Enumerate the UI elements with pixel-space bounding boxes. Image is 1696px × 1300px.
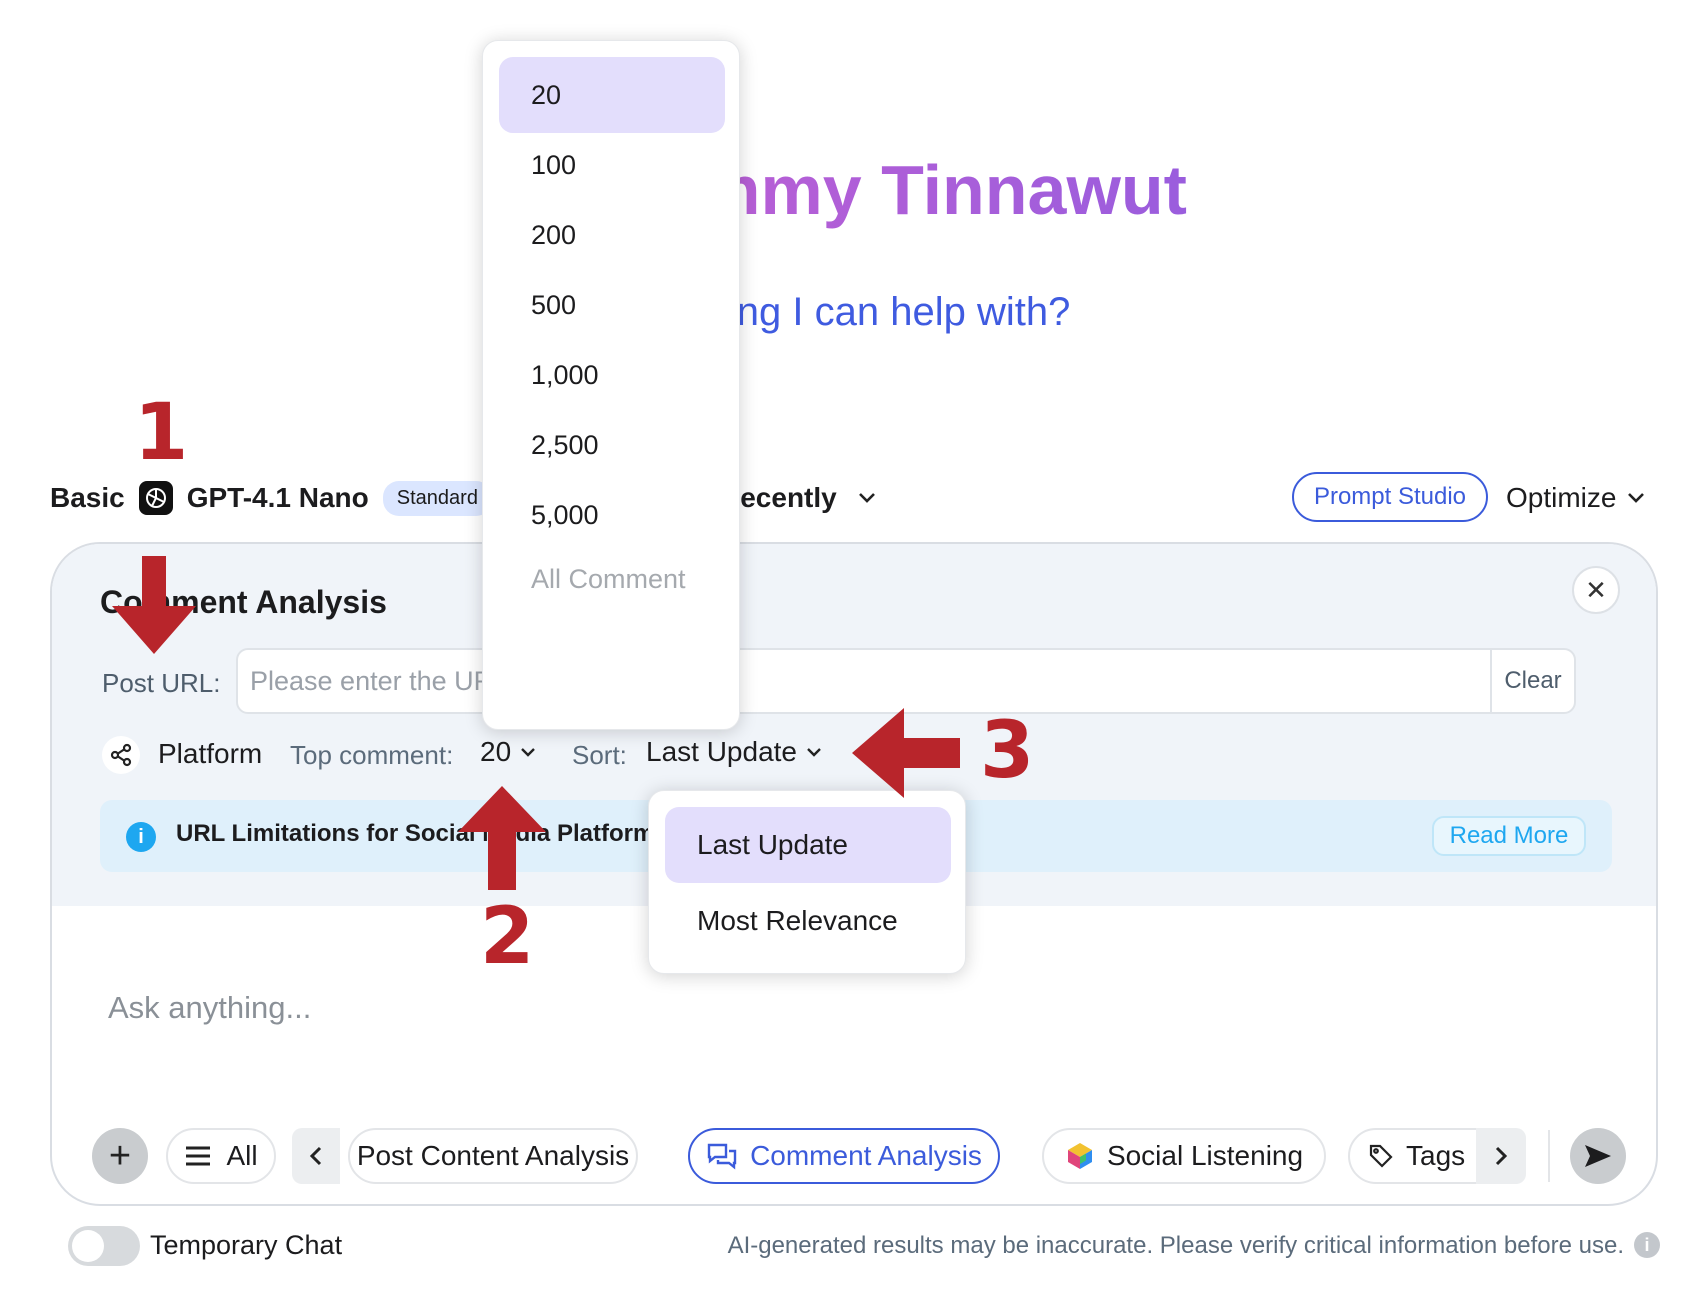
temporary-chat-toggle[interactable] (68, 1226, 140, 1266)
option-5000[interactable]: 5,000 (499, 477, 725, 553)
plus-icon: + (108, 1134, 132, 1177)
model-selector[interactable]: Basic GPT-4.1 Nano Standard (50, 476, 492, 520)
model-tier: Basic (50, 482, 125, 513)
info-icon[interactable]: i (1634, 1232, 1660, 1258)
post-url-label: Post URL: (102, 668, 221, 698)
chip-comment-analysis[interactable]: Comment Analysis (688, 1128, 1000, 1184)
menu-icon (186, 1146, 211, 1166)
top-comment-value: 20 (480, 736, 512, 767)
greeting-subtitle: Anything I can help with? (625, 290, 1071, 334)
tag-icon (1369, 1144, 1393, 1168)
chip-social-listening[interactable]: Social Listening (1042, 1128, 1326, 1184)
info-icon: i (126, 822, 156, 852)
optimize-dropdown[interactable]: Optimize (1506, 476, 1646, 520)
option-1000[interactable]: 1,000 (499, 337, 725, 413)
sort-dropdown[interactable]: Last Update (646, 736, 823, 768)
option-20[interactable]: 20 (499, 57, 725, 133)
sort-label: Sort: (572, 740, 627, 770)
send-button[interactable] (1570, 1128, 1626, 1184)
toolbar-divider (1548, 1130, 1550, 1182)
recent-selector[interactable]: Recently (720, 476, 877, 520)
platform-selector[interactable]: Platform (158, 738, 262, 770)
top-comment-options-menu: 20 100 200 500 1,000 2,500 5,000 All Com… (482, 40, 740, 730)
top-comment-label: Top comment: (290, 740, 454, 770)
sort-value: Last Update (646, 736, 797, 767)
temporary-chat-label: Temporary Chat (150, 1230, 343, 1260)
chip-label: Tags (1406, 1140, 1466, 1171)
send-icon (1585, 1145, 1611, 1167)
clear-button[interactable]: Clear (1490, 650, 1574, 712)
close-icon: ✕ (1585, 574, 1607, 605)
model-badge: Standard (382, 480, 492, 516)
ai-disclaimer: AI-generated results may be inaccurate. … (727, 1232, 1624, 1259)
chevron-left-icon (309, 1146, 322, 1166)
annotation-number-1: 1 (134, 388, 189, 478)
optimize-label: Optimize (1506, 482, 1617, 513)
scroll-left-button[interactable] (292, 1128, 340, 1184)
chip-post-content-analysis[interactable]: Post Content Analysis (348, 1128, 638, 1184)
chevron-down-icon (521, 748, 536, 757)
annotation-arrow-up (458, 786, 546, 890)
option-all-comment: All Comment (531, 564, 686, 594)
add-attachment-button[interactable]: + (92, 1128, 148, 1184)
chevron-right-icon (1495, 1146, 1508, 1166)
chevron-down-icon (858, 493, 875, 503)
cube-icon (1067, 1143, 1092, 1169)
annotation-arrow-left (852, 708, 960, 798)
close-panel-button[interactable]: ✕ (1572, 566, 1620, 614)
openai-logo-icon (138, 481, 173, 515)
option-2500[interactable]: 2,500 (499, 407, 725, 483)
chevron-down-icon (1628, 493, 1645, 503)
annotation-number-2: 2 (480, 892, 535, 982)
post-url-field: Clear (236, 648, 1576, 714)
scroll-right-button[interactable] (1476, 1128, 1526, 1184)
top-comment-dropdown[interactable]: 20 (480, 736, 537, 768)
share-icon (102, 736, 140, 774)
post-url-input[interactable] (250, 650, 1430, 712)
option-100[interactable]: 100 (499, 127, 725, 203)
comments-icon (707, 1143, 737, 1170)
chip-label: Social Listening (1106, 1140, 1304, 1171)
option-200[interactable]: 200 (499, 197, 725, 273)
ask-input[interactable]: Ask anything... (108, 990, 311, 1026)
info-text: URL Limitations for Social Media Platfor… (176, 820, 668, 847)
chip-label: Post Content Analysis (356, 1140, 630, 1171)
all-tools-button[interactable]: All (166, 1128, 276, 1184)
annotation-number-3: 3 (980, 706, 1035, 796)
read-more-button[interactable]: Read More (1432, 816, 1586, 856)
all-label: All (226, 1140, 258, 1171)
sort-options-menu: Last Update Most Relevance (648, 790, 966, 974)
option-last-update[interactable]: Last Update (665, 807, 951, 883)
annotation-arrow-down (112, 556, 196, 654)
greeting-title: Hi, Tommy Tinnawut (0, 150, 1696, 230)
option-500[interactable]: 500 (499, 267, 725, 343)
model-name: GPT-4.1 Nano (186, 482, 369, 513)
chip-label: Comment Analysis (750, 1140, 982, 1171)
option-most-relevance[interactable]: Most Relevance (665, 883, 951, 959)
prompt-studio-button[interactable]: Prompt Studio (1292, 472, 1488, 522)
chevron-down-icon (807, 748, 821, 757)
